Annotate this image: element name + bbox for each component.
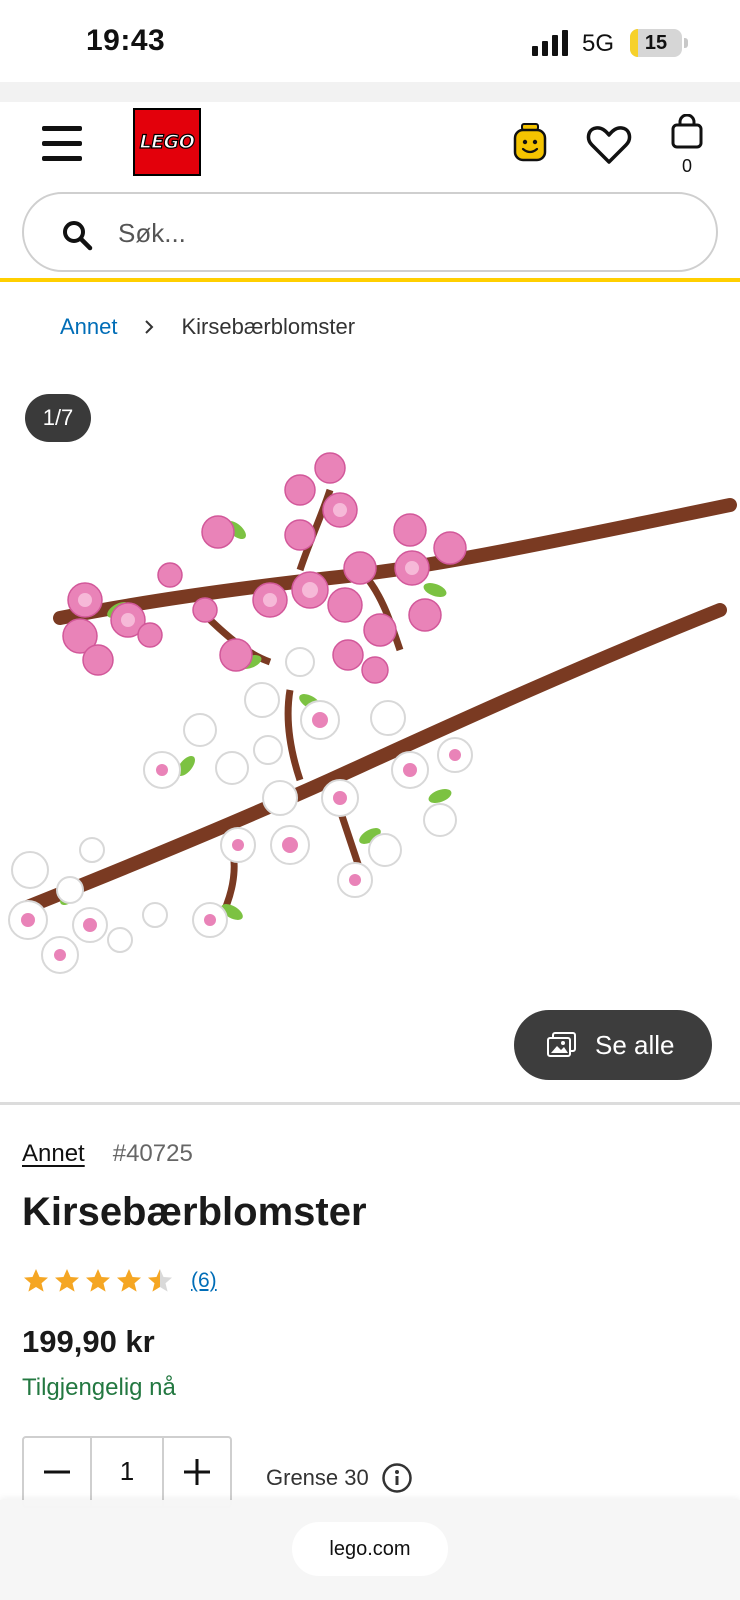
quantity-value[interactable]: 1 xyxy=(92,1438,162,1506)
star-icon xyxy=(86,1269,110,1292)
menu-icon-bar xyxy=(42,156,82,161)
network-label: 5G xyxy=(582,30,615,57)
url-bar[interactable]: lego.com xyxy=(292,1522,448,1576)
shopping-bag-icon[interactable] xyxy=(670,114,704,150)
product-number: #40725 xyxy=(112,1140,193,1167)
star-icon xyxy=(24,1269,48,1292)
gallery-images-icon xyxy=(547,1032,576,1057)
signal-icon xyxy=(532,30,568,56)
search-input[interactable]: Søk... xyxy=(22,192,718,272)
battery-nub xyxy=(684,38,688,48)
theme-link[interactable]: Annet xyxy=(22,1140,85,1168)
see-all-label: Se alle xyxy=(595,1029,675,1060)
star-icon xyxy=(55,1269,79,1292)
menu-icon-bar xyxy=(42,141,82,146)
menu-icon xyxy=(42,126,82,131)
product-gallery[interactable]: 1/7 Se alle xyxy=(0,360,740,1105)
wishlist-heart-icon[interactable] xyxy=(586,124,632,166)
browser-top-band xyxy=(0,82,740,102)
product-theme-line: Annet #40725 xyxy=(22,1140,193,1168)
battery-level: 15 xyxy=(644,32,668,54)
battery-icon: 15 xyxy=(630,29,682,57)
search-icon xyxy=(63,221,93,251)
review-count-link[interactable]: (6) xyxy=(191,1269,217,1293)
breadcrumb-current: Kirsebærblomster xyxy=(181,314,356,339)
logo-text: LEGO xyxy=(139,130,196,153)
star-icon xyxy=(117,1269,141,1292)
availability-status: Tilgjengelig nå xyxy=(22,1374,176,1401)
info-icon[interactable] xyxy=(381,1462,413,1494)
menu-button[interactable] xyxy=(40,124,84,164)
quantity-stepper[interactable]: 1 xyxy=(22,1436,232,1508)
image-counter-badge: 1/7 xyxy=(25,394,91,442)
cart-count: 0 xyxy=(681,156,692,176)
lego-logo[interactable]: LEGO xyxy=(133,108,201,176)
minus-icon xyxy=(44,1470,70,1474)
chevron-right-icon xyxy=(144,320,153,334)
vip-minifig-icon[interactable] xyxy=(512,122,548,166)
purchase-limit-label: Grense 30 xyxy=(266,1465,369,1490)
star-icon xyxy=(148,1269,172,1292)
product-image[interactable] xyxy=(0,450,740,1010)
see-all-button[interactable]: Se alle xyxy=(514,1010,712,1080)
breadcrumb-link-annet[interactable]: Annet xyxy=(60,314,118,340)
breadcrumb: Annet Kirsebærblomster xyxy=(60,312,355,342)
status-time: 19:43 xyxy=(86,24,166,57)
purchase-limit: Grense 30 xyxy=(266,1462,413,1494)
product-title: Kirsebærblomster xyxy=(22,1190,367,1234)
page: 19:43 5G 15 LEGO 0 Søk... Annet Kirsebær… xyxy=(0,0,740,1600)
increase-quantity-button[interactable] xyxy=(162,1438,230,1506)
product-price: 199,90 kr xyxy=(22,1324,155,1359)
site-header: LEGO 0 Søk... xyxy=(0,102,740,282)
decrease-quantity-button[interactable] xyxy=(24,1438,92,1506)
status-bar: 19:43 5G 15 xyxy=(0,0,740,82)
browser-bottom-bar: lego.com xyxy=(0,1500,740,1600)
rating-stars xyxy=(22,1267,177,1295)
rating: (6) xyxy=(22,1264,217,1298)
plus-icon xyxy=(184,1459,210,1485)
search-placeholder: Søk... xyxy=(118,218,186,248)
